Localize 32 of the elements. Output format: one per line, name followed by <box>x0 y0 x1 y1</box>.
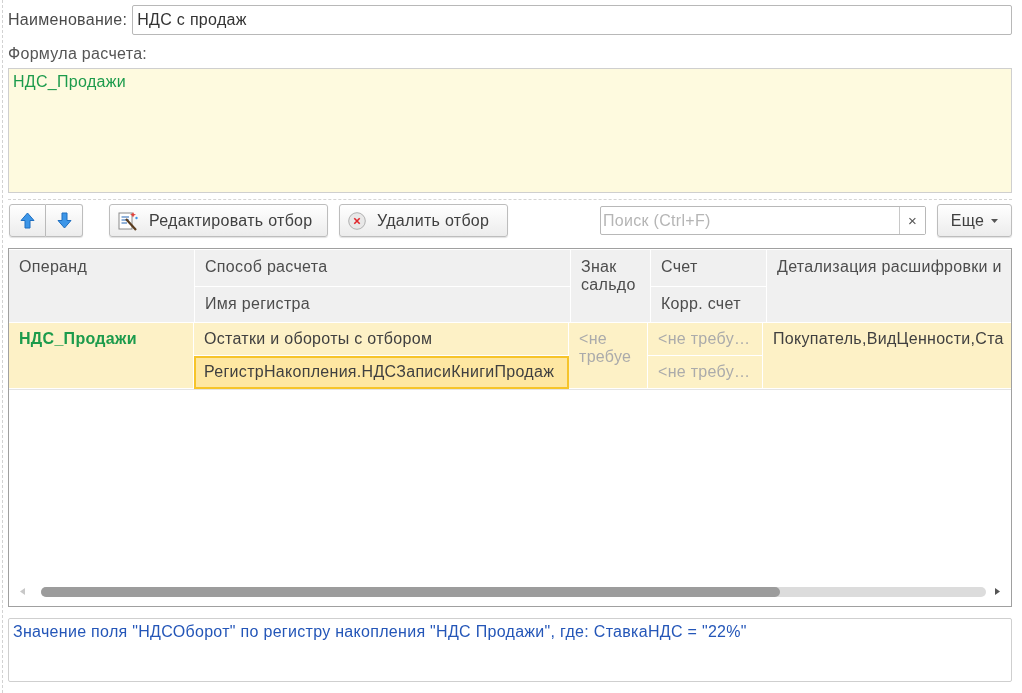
more-button[interactable]: Еще <box>937 204 1012 237</box>
name-label: Наименование: <box>8 11 128 29</box>
table-cell: <не требу… <box>648 356 763 389</box>
column-header: Счет <box>651 250 766 286</box>
caret-icon <box>991 218 999 223</box>
table-cell: Покупатель,ВидЦенности,Ста <box>763 323 1011 389</box>
description-text: Значение поля "НДСОборот" по регистру накопления "НДС Продажи", где: СтавкаНДС = "22%" <box>8 618 1012 682</box>
column-header: Корр. счет <box>651 287 766 322</box>
circle-x-icon <box>348 211 366 230</box>
column-header: Имя регистра <box>195 287 570 322</box>
column-header: Способ расчета <box>195 250 570 286</box>
delete-filter-button[interactable]: Удалить отбор <box>339 204 508 237</box>
column-header: Детализация расшифровки и <box>767 250 1011 322</box>
arrow-up-icon <box>20 212 35 229</box>
clear-button[interactable]: × <box>899 207 925 234</box>
scrollbar-track[interactable] <box>41 586 986 597</box>
table-cell: РегистрНакопления.НДСЗаписиКнигиПродаж <box>194 356 569 389</box>
arrow-down-icon <box>56 212 72 229</box>
column-header: Операнд <box>9 250 194 322</box>
scroll-right-icon[interactable] <box>995 588 1000 595</box>
move-down-button[interactable] <box>46 204 83 237</box>
document-wand-icon <box>118 210 138 231</box>
search-field[interactable]: Поиск (Ctrl+F) × <box>600 206 926 235</box>
column-header: Знак сальдо <box>571 250 650 322</box>
table-cell: <не требуе <box>569 323 648 389</box>
scrollbar-thumb[interactable] <box>41 586 780 597</box>
edit-filter-button[interactable]: Редактировать отбор <box>109 204 328 237</box>
name-input[interactable]: НДС с продаж <box>132 5 1012 35</box>
table-row[interactable]: НДС_Продажи Остатки и обороты с отбором РегистрНакопления.НДСЗаписиКнигиПродаж <не требуе <не требу… <не требу… Покупатель,ВидЦенности,Ста <box>9 323 1011 390</box>
move-up-button[interactable] <box>9 204 46 237</box>
formula-label: Формула расчета: <box>8 45 149 63</box>
table-cell: <не требу… <box>648 323 763 356</box>
